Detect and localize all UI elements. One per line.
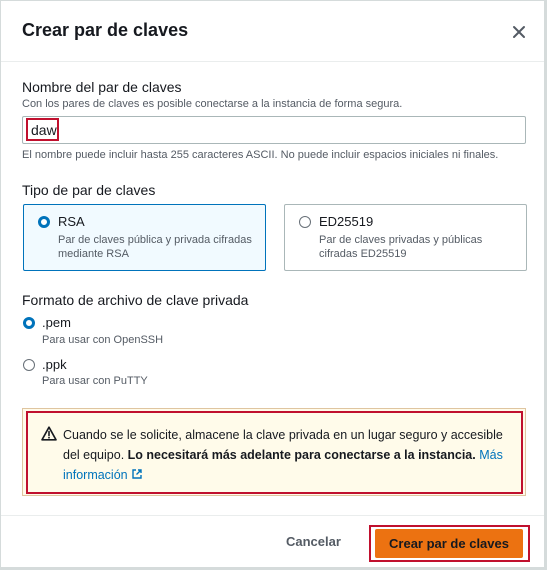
name-field-label: Nombre del par de claves: [22, 79, 182, 95]
ed25519-description-line2: cifradas ED25519: [319, 248, 407, 260]
pem-radio[interactable]: [23, 317, 35, 329]
create-key-pair-modal: Crear par de claves Nombre del par de cl…: [0, 0, 545, 568]
rsa-radio[interactable]: [38, 216, 50, 228]
close-icon: [513, 26, 525, 38]
close-button[interactable]: [508, 21, 530, 43]
warning-alert-text: Cuando se le solicite, almacene la clave…: [63, 425, 513, 485]
key-type-option-rsa[interactable]: RSA Par de claves pública y privada cifr…: [23, 204, 266, 271]
name-field-hint: El nombre puede incluir hasta 255 caract…: [22, 149, 499, 161]
external-link-icon: [132, 469, 142, 479]
create-key-pair-button[interactable]: Crear par de claves: [375, 529, 523, 558]
ed25519-radio[interactable]: [299, 216, 311, 228]
key-type-option-ed25519[interactable]: ED25519 Par de claves privadas y pública…: [284, 204, 527, 271]
name-field-description: Con los pares de claves es posible conec…: [22, 98, 403, 110]
key-type-label: Tipo de par de claves: [22, 182, 156, 198]
warning-icon: [41, 426, 57, 441]
rsa-description-line2: mediante RSA: [58, 248, 129, 260]
file-format-label: Formato de archivo de clave privada: [22, 292, 249, 308]
ed25519-description-line1: Par de claves privadas y públicas: [319, 234, 483, 246]
key-pair-name-input[interactable]: [22, 116, 526, 144]
modal-header: Crear par de claves: [1, 1, 544, 62]
alert-bold-message: Lo necesitará más adelante para conectar…: [127, 448, 476, 462]
pem-description: Para usar con OpenSSH: [42, 334, 164, 346]
rsa-description-line1: Par de claves pública y privada cifradas: [58, 234, 252, 246]
ppk-label[interactable]: .ppk: [42, 357, 67, 372]
modal-title: Crear par de claves: [22, 20, 189, 40]
pem-label[interactable]: .pem: [42, 315, 71, 330]
rsa-label: RSA: [58, 214, 85, 229]
ppk-radio[interactable]: [23, 359, 35, 371]
cancel-button[interactable]: Cancelar: [286, 534, 341, 549]
ppk-description: Para usar con PuTTY: [42, 375, 148, 387]
ed25519-label: ED25519: [319, 214, 374, 229]
